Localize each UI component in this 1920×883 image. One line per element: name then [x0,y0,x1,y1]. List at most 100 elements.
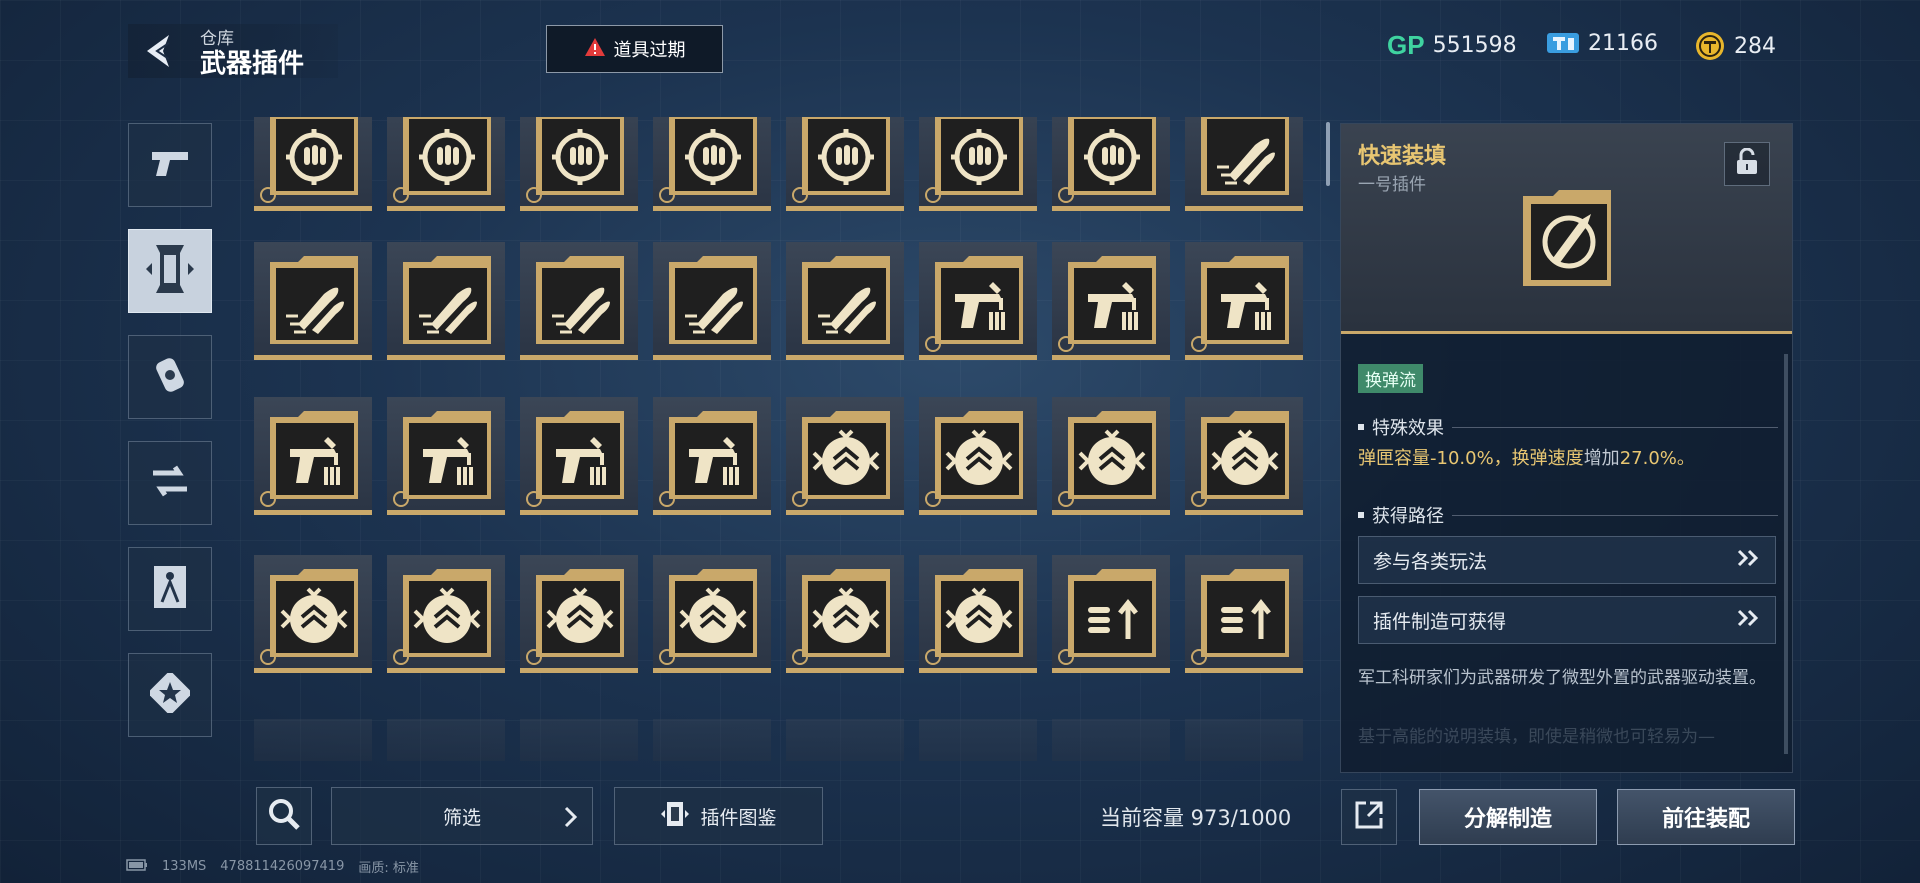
plugin-tile[interactable] [786,397,904,515]
twin-bullets-icon [270,256,358,344]
plugin-tile[interactable] [786,242,904,360]
plugin-level-badge [659,649,675,665]
expired-items-button[interactable]: 道具过期 [546,25,723,73]
plugin-level-badge [393,491,409,507]
plugin-tile[interactable] [1185,242,1303,360]
share-button[interactable] [1341,789,1397,845]
chevron-shield-icon [1068,411,1156,499]
plugin-tile[interactable] [1185,555,1303,673]
chevron-shield-icon [403,569,491,657]
unlock-toggle[interactable] [1724,142,1770,186]
special-effect-text: 弹匣容量-10.0%，换弹速度增加27.0%。 [1358,448,1695,469]
quality-label: 画质: [358,861,389,876]
plugin-tile[interactable] [653,719,771,761]
plugin-tile[interactable] [1185,117,1303,211]
plugin-level-badge [1058,649,1074,665]
plugin-tile[interactable] [1185,719,1303,761]
plugin-tile[interactable] [786,555,904,673]
chevron-shield-icon [802,569,890,657]
target-ammo-icon [403,117,491,195]
plugin-tile[interactable] [786,117,904,211]
plugin-tile[interactable] [1052,117,1170,211]
plugin-level-badge [1058,336,1074,352]
ammo-up-icon [1201,569,1289,657]
plugin-codex-button[interactable]: 插件图鉴 [614,787,823,845]
plugin-tile[interactable] [520,719,638,761]
plugin-tile[interactable] [254,555,372,673]
go-equip-button[interactable]: 前往装配 [1617,789,1795,845]
plugin-level-badge [792,649,808,665]
plugin-level-badge [260,649,276,665]
plugin-tile[interactable] [1052,242,1170,360]
plugin-tile[interactable] [919,397,1037,515]
category-grenade[interactable] [128,335,212,419]
plugin-level-badge [260,491,276,507]
plugin-tile[interactable] [387,719,505,761]
plugin-tile[interactable] [1185,397,1303,515]
category-pistol[interactable] [128,123,212,207]
plugin-tile[interactable] [254,242,372,360]
plugin-tile[interactable] [520,397,638,515]
pistol-magazine-icon [935,256,1023,344]
plugin-detail-panel: 快速装填 一号插件 换弹流 特殊效果 弹匣容量-10.0%，换弹速度增加27.0… [1340,123,1793,773]
plugin-description: 军工科研家们为武器研发了微型外置的武器驱动装置。 [1358,668,1766,688]
category-figure[interactable] [128,547,212,631]
chevron-shield-icon [802,411,890,499]
twin-bullets-icon [403,256,491,344]
plugin-tile[interactable] [254,719,372,761]
plugin-tile[interactable] [387,242,505,360]
external-link-icon [1352,798,1386,837]
currency-value: 551598 [1432,33,1517,58]
plugin-level-badge [925,187,941,203]
plugin-tile[interactable] [919,555,1037,673]
plugin-tile[interactable] [653,117,771,211]
plugin-tile[interactable] [919,242,1037,360]
plugin-tile[interactable] [786,719,904,761]
search-button[interactable] [256,787,312,845]
route-crafting-button[interactable]: 插件制造可获得 [1358,596,1776,644]
plugin-tile[interactable] [1052,397,1170,515]
plugin-level-badge [792,491,808,507]
plugin-tile[interactable] [387,117,505,211]
codex-label: 插件图鉴 [700,806,777,829]
double-chevron-right-icon [1737,609,1761,632]
unlock-icon [1734,147,1760,180]
plugin-tile[interactable] [520,117,638,211]
plugin-tile[interactable] [387,397,505,515]
quality-value: 标准 [392,861,419,876]
category-star[interactable] [128,653,212,737]
twin-bullets-icon [536,256,624,344]
plugin-tile[interactable] [653,397,771,515]
plugin-tile[interactable] [653,555,771,673]
plugin-level-badge [1191,336,1207,352]
disassemble-button[interactable]: 分解制造 [1419,789,1597,845]
grenade-icon [150,353,190,401]
back-button[interactable]: 仓库 武器插件 [128,24,338,79]
plugin-tile[interactable] [653,242,771,360]
plugin-tile[interactable] [520,555,638,673]
category-plugin[interactable] [128,229,212,313]
back-arrow-icon [128,24,190,78]
plugin-tile[interactable] [254,117,372,211]
plugin-tile[interactable] [254,397,372,515]
currency-value: 21166 [1588,30,1658,56]
plugin-tile[interactable] [387,555,505,673]
plugin-tile[interactable] [1052,555,1170,673]
plugin-tile[interactable] [919,117,1037,211]
plugin-tile[interactable] [919,719,1037,761]
plugin-tile[interactable] [1052,719,1170,761]
category-swap[interactable] [128,441,212,525]
status-footer: 133MS 478811426097419 画质: 标准 [126,857,419,876]
plugin-level-badge [659,491,675,507]
codex-icon [660,799,690,834]
gp-icon: GP [1387,30,1425,60]
detail-scrollbar[interactable] [1784,354,1788,754]
route-gameplay-button[interactable]: 参与各类玩法 [1358,536,1776,584]
grid-scrollbar[interactable] [1326,122,1330,186]
detail-header: 快速装填 一号插件 [1341,124,1792,334]
filter-button[interactable]: 筛选 [331,787,593,845]
chevron-right-icon [564,806,578,833]
plugin-tile[interactable] [520,242,638,360]
twin-bullets-icon [1201,117,1289,195]
currency-value: 284 [1734,33,1776,59]
